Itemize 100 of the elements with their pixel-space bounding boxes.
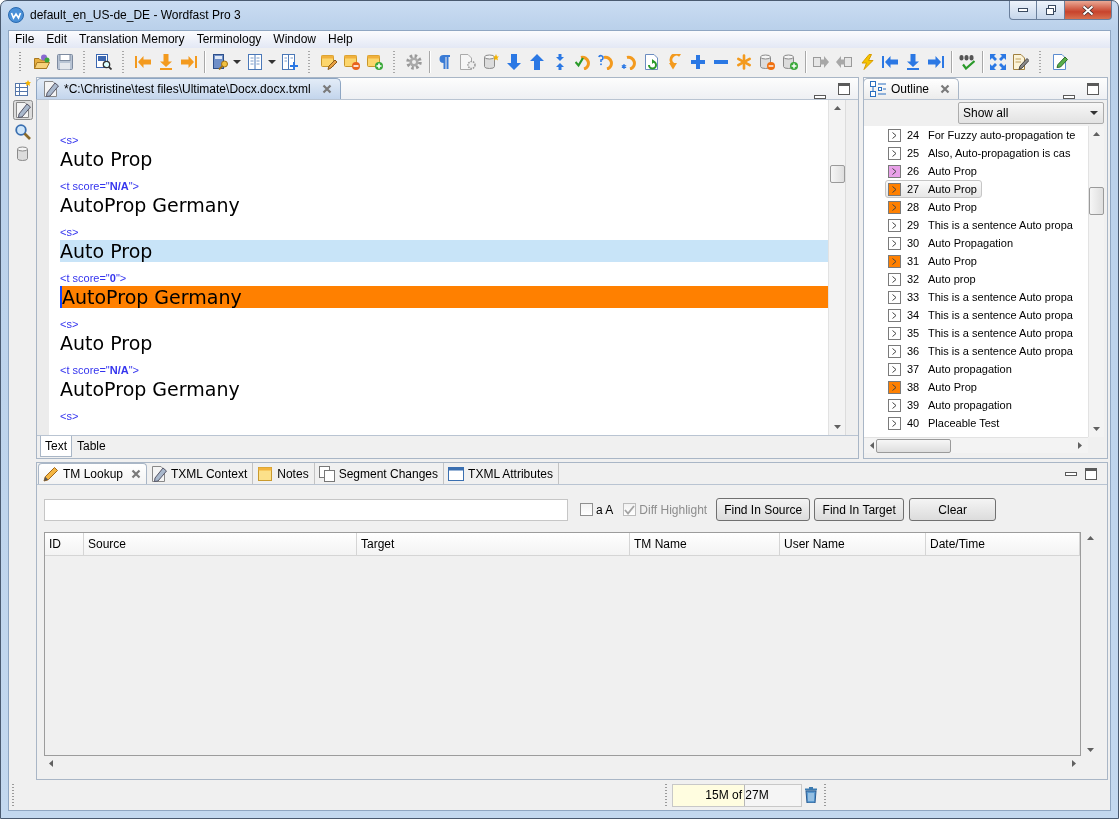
outline-item[interactable]: 35 This is a sentence Auto propa [885,324,1078,342]
document-pen-icon[interactable] [12,100,33,120]
caret-icon[interactable] [268,60,276,64]
minimize-icon[interactable] [1065,471,1077,476]
database-icon[interactable] [16,146,29,162]
outline-item[interactable]: 27 Auto Prop [885,180,982,198]
outline-item[interactable]: 40 Placeable Test [885,414,1005,432]
scroll-up-icon[interactable] [1087,536,1094,540]
column-header[interactable]: Target [357,533,630,555]
scroll-up-icon[interactable] [1093,132,1100,136]
panel-tab[interactable]: TXML Context [147,463,254,484]
find-in-source-button[interactable]: Find In Source [716,498,811,521]
document-pencil-icon[interactable] [1012,54,1029,70]
outline-tab[interactable]: Outline [863,78,960,99]
vertical-scrollbar[interactable] [828,100,845,435]
pilcrow-icon[interactable] [438,54,451,70]
check-arrow-icon[interactable] [574,54,591,70]
source-text[interactable]: Auto Prop [60,148,153,170]
note-pencil-icon[interactable] [320,54,337,70]
menu-item[interactable]: Terminology [190,31,268,48]
open-folder-icon[interactable] [33,54,50,70]
arrow-up-icon[interactable] [528,54,545,70]
view-tab[interactable]: Text [40,436,72,457]
scroll-down-icon[interactable] [833,425,841,429]
scroll-right-icon[interactable] [1078,442,1082,449]
minimize-button[interactable] [1009,1,1037,20]
outline-item[interactable]: 37 Auto propagation [885,360,1017,378]
question-arrow-icon[interactable] [597,54,614,70]
match-case-checkbox[interactable] [580,503,593,516]
outline-item[interactable]: 36 This is a sentence Auto propa [885,342,1078,360]
column-header[interactable]: User Name [780,533,926,555]
scroll-left-icon[interactable] [49,760,53,767]
scrollbar-thumb[interactable] [829,165,845,183]
target-text[interactable]: AutoProp Germany [60,378,240,400]
box-arrow-left-icon[interactable] [835,54,852,70]
scrollbar-thumb[interactable] [876,438,951,453]
outline-item[interactable]: 26 Auto Prop [885,162,982,180]
note-minus-icon[interactable] [343,54,360,70]
arrow-right-icon[interactable] [927,54,944,70]
arrow-down-icon[interactable] [505,54,522,70]
lightning-icon[interactable] [858,54,875,70]
database-plus-icon[interactable] [781,54,798,70]
menu-item[interactable]: Edit [40,31,74,48]
outline-item[interactable]: 31 Auto Prop [885,252,982,270]
outline-item[interactable]: 28 Auto Prop [885,198,982,216]
plus-icon[interactable] [690,54,705,70]
database-minus-icon[interactable] [758,54,775,70]
magnifier-icon[interactable] [14,124,31,140]
panel-tab[interactable]: TXML Attributes [444,463,559,484]
caret-icon[interactable] [1090,111,1098,115]
document-tab[interactable]: *C:\Christine\test files\Ultimate\Docx.docx.txml [36,78,341,99]
filter-dropdown[interactable]: Show all [958,102,1104,124]
target-text[interactable]: AutoProp Germany [60,194,240,216]
outline-item[interactable]: 34 This is a sentence Auto propa [885,306,1078,324]
menu-item[interactable]: Window [267,31,322,48]
arrow-left-icon[interactable] [134,54,151,70]
arrow-down-icon[interactable] [157,54,174,70]
table-star-icon[interactable] [14,80,31,96]
outline-item[interactable]: 30 Auto Propagation [885,234,1018,252]
book-key-icon[interactable] [211,54,228,70]
minus-icon[interactable] [713,60,728,64]
scroll-down-icon[interactable] [1087,748,1094,752]
find-in-target-button[interactable]: Find In Target [814,498,905,521]
column-header[interactable]: Source [84,533,357,555]
scroll-left-icon[interactable] [870,442,874,449]
minimize-icon[interactable] [814,95,826,99]
split-document-icon[interactable] [246,54,263,70]
arrow-left-icon[interactable] [881,54,898,70]
column-header[interactable]: ID [45,533,84,555]
scroll-right-icon[interactable] [1072,760,1076,767]
curved-arrow-icon[interactable] [666,54,683,70]
maximize-icon[interactable] [1087,82,1099,95]
edit-document-icon[interactable] [1051,54,1068,70]
menu-item[interactable]: File [9,31,41,48]
search-field[interactable] [44,498,568,521]
close-button[interactable] [1065,1,1112,20]
target-text[interactable]: AutoProp Germany [60,286,828,308]
panel-tab[interactable]: Segment Changes [314,463,445,484]
spell-check-icon[interactable] [958,54,975,70]
outline-item[interactable]: 29 This is a sentence Auto propa [885,216,1078,234]
save-icon[interactable] [56,54,73,70]
note-plus-icon[interactable] [366,54,383,70]
outline-item[interactable]: 25 Also, Auto-propagation is cas [885,144,1076,162]
scrollbar-thumb[interactable] [1089,187,1104,215]
document-gear-icon[interactable] [459,54,476,70]
close-icon[interactable] [321,84,332,94]
outline-item[interactable]: 24 For Fuzzy auto-propagation te [885,126,1081,144]
menu-item[interactable]: Translation Memory [73,31,191,48]
restore-button[interactable] [1037,1,1065,20]
document-plus-icon[interactable] [281,54,298,70]
source-text[interactable]: Auto Prop [60,240,828,262]
caret-icon[interactable] [233,60,241,64]
gear-icon[interactable] [405,54,422,70]
document-refresh-icon[interactable] [643,54,660,70]
panel-tab[interactable]: Notes [253,463,315,484]
box-arrow-right-icon[interactable] [812,54,829,70]
column-header[interactable]: Date/Time [926,533,1080,555]
close-icon[interactable] [131,469,142,479]
menu-item[interactable]: Help [322,31,359,48]
clear-button[interactable]: Clear [909,498,997,521]
